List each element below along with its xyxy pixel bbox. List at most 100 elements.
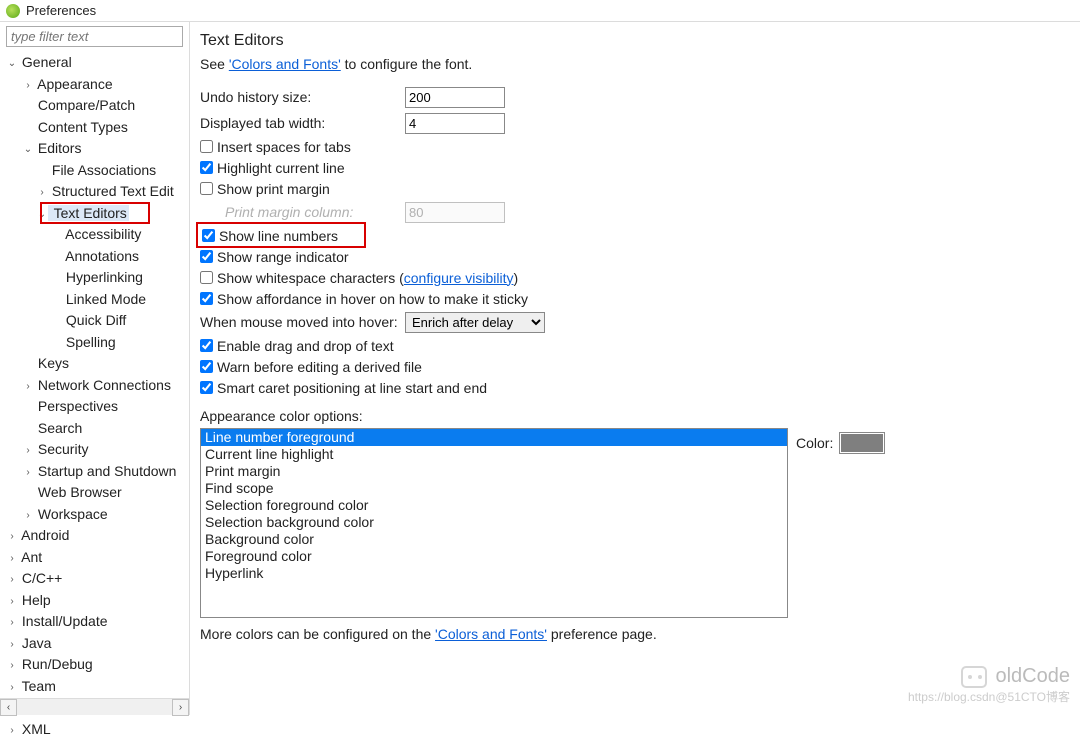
tree-item-rundebug[interactable]: › Run/Debug <box>2 655 189 677</box>
twisty-collapsed-icon[interactable]: › <box>22 463 34 483</box>
color-option-item[interactable]: Background color <box>201 531 787 548</box>
color-option-item[interactable]: Find scope <box>201 480 787 497</box>
tree-item-label: Hyperlinking <box>62 269 143 285</box>
tree-item-label: Annotations <box>62 248 139 264</box>
tree-item-team[interactable]: › Team <box>2 677 189 699</box>
tree-item-install[interactable]: › Install/Update <box>2 612 189 634</box>
tree-item-texteditors[interactable]: ⌄ Text Editors <box>2 204 189 226</box>
twisty-collapsed-icon[interactable]: › <box>22 377 34 397</box>
tree-item-keys[interactable]: › Keys <box>2 354 189 376</box>
twisty-collapsed-icon[interactable]: › <box>6 570 18 590</box>
tree-item-hyperlinking[interactable]: › Hyperlinking <box>2 268 189 290</box>
tree-item-label: Keys <box>34 355 69 371</box>
tree-item-accessibility[interactable]: › Accessibility <box>2 225 189 247</box>
color-option-item[interactable]: Foreground color <box>201 548 787 565</box>
color-option-item[interactable]: Selection foreground color <box>201 497 787 514</box>
tree-item-compare[interactable]: › Compare/Patch <box>2 96 189 118</box>
tree-item-label: XML <box>18 721 51 737</box>
tree-item-webbrowser[interactable]: › Web Browser <box>2 483 189 505</box>
scroll-left-button[interactable]: ‹ <box>0 699 17 716</box>
tree-horizontal-scrollbar[interactable]: ‹ › <box>0 698 189 715</box>
tree-item-android[interactable]: › Android <box>2 526 189 548</box>
twisty-collapsed-icon[interactable]: › <box>22 441 34 461</box>
color-swatch-button[interactable] <box>839 432 885 454</box>
tree-item-annotations[interactable]: › Annotations <box>2 247 189 269</box>
preference-tree[interactable]: ⌄ General› Appearance› Compare/Patch› Co… <box>0 51 189 743</box>
tree-item-ant[interactable]: › Ant <box>2 548 189 570</box>
app-icon <box>6 4 20 18</box>
twisty-collapsed-icon[interactable]: › <box>6 613 18 633</box>
intro-text: See 'Colors and Fonts' to configure the … <box>200 56 1070 72</box>
show-range-checkbox[interactable] <box>200 250 213 263</box>
tree-item-contenttypes[interactable]: › Content Types <box>2 118 189 140</box>
color-option-item[interactable]: Selection background color <box>201 514 787 531</box>
tree-item-label: Security <box>34 441 88 457</box>
highlight-line-checkbox[interactable] <box>200 161 213 174</box>
twisty-collapsed-icon[interactable]: › <box>36 183 48 203</box>
undo-history-row: Undo history size: <box>200 84 1070 110</box>
color-option-item[interactable]: Line number foreground <box>201 429 787 446</box>
enable-dnd-checkbox[interactable] <box>200 339 213 352</box>
twisty-collapsed-icon[interactable]: › <box>6 549 18 569</box>
title-bar: Preferences <box>0 0 1080 22</box>
tree-item-spelling[interactable]: › Spelling <box>2 333 189 355</box>
undo-history-input[interactable] <box>405 87 505 108</box>
tree-item-network[interactable]: › Network Connections <box>2 376 189 398</box>
twisty-collapsed-icon[interactable]: › <box>6 635 18 655</box>
tree-item-security[interactable]: › Security <box>2 440 189 462</box>
twisty-collapsed-icon[interactable]: › <box>22 506 34 526</box>
tree-item-label: C/C++ <box>18 570 62 586</box>
tree-item-structured[interactable]: › Structured Text Edit <box>2 182 189 204</box>
tree-item-quickdiff[interactable]: › Quick Diff <box>2 311 189 333</box>
watermark: oldCode https://blog.csdn@51CTO博客 <box>908 665 1070 705</box>
tab-width-row: Displayed tab width: <box>200 110 1070 136</box>
warn-derived-checkbox[interactable] <box>200 360 213 373</box>
twisty-collapsed-icon[interactable]: › <box>22 76 34 96</box>
tree-item-appearance[interactable]: › Appearance <box>2 75 189 97</box>
color-option-item[interactable]: Hyperlink <box>201 565 787 582</box>
tree-item-startup[interactable]: › Startup and Shutdown <box>2 462 189 484</box>
configure-visibility-link[interactable]: configure visibility <box>404 270 514 286</box>
twisty-collapsed-icon[interactable]: › <box>6 721 18 741</box>
tab-width-input[interactable] <box>405 113 505 134</box>
show-affordance-row: Show affordance in hover on how to make … <box>200 288 1070 309</box>
tree-item-label: General <box>18 54 72 70</box>
twisty-expanded-icon[interactable]: ⌄ <box>36 205 48 225</box>
tree-item-editors[interactable]: ⌄ Editors <box>2 139 189 161</box>
tree-item-label: File Associations <box>48 162 156 178</box>
color-option-item[interactable]: Current line highlight <box>201 446 787 463</box>
show-print-margin-checkbox[interactable] <box>200 182 213 195</box>
color-option-item[interactable]: Print margin <box>201 463 787 480</box>
twisty-expanded-icon[interactable]: ⌄ <box>22 140 34 160</box>
tree-item-workspace[interactable]: › Workspace <box>2 505 189 527</box>
smart-caret-checkbox[interactable] <box>200 381 213 394</box>
insert-spaces-checkbox[interactable] <box>200 140 213 153</box>
filter-input[interactable] <box>6 26 183 47</box>
tree-item-linkedmode[interactable]: › Linked Mode <box>2 290 189 312</box>
smart-caret-row: Smart caret positioning at line start an… <box>200 377 1070 398</box>
show-affordance-checkbox[interactable] <box>200 292 213 305</box>
content-pane: Text Editors See 'Colors and Fonts' to c… <box>190 22 1080 715</box>
twisty-expanded-icon[interactable]: ⌄ <box>6 54 18 74</box>
show-whitespace-checkbox[interactable] <box>200 271 213 284</box>
twisty-collapsed-icon[interactable]: › <box>6 656 18 676</box>
appearance-color-listbox[interactable]: Line number foregroundCurrent line highl… <box>200 428 788 618</box>
tree-item-help[interactable]: › Help <box>2 591 189 613</box>
twisty-collapsed-icon[interactable]: › <box>6 678 18 698</box>
twisty-collapsed-icon[interactable]: › <box>6 592 18 612</box>
hover-select[interactable]: Enrich after delay <box>405 312 545 333</box>
colors-fonts-link-bottom[interactable]: 'Colors and Fonts' <box>435 626 547 642</box>
tree-item-ccpp[interactable]: › C/C++ <box>2 569 189 591</box>
tree-item-java[interactable]: › Java <box>2 634 189 656</box>
tree-item-search[interactable]: › Search <box>2 419 189 441</box>
tree-item-label: Appearance <box>34 76 113 92</box>
twisty-collapsed-icon[interactable]: › <box>6 527 18 547</box>
tree-item-perspectives[interactable]: › Perspectives <box>2 397 189 419</box>
tree-item-fileassoc[interactable]: › File Associations <box>2 161 189 183</box>
tree-item-xml[interactable]: › XML <box>2 720 189 742</box>
show-whitespace-row: Show whitespace characters (configure vi… <box>200 267 1070 288</box>
scroll-right-button[interactable]: › <box>172 699 189 716</box>
show-line-numbers-checkbox[interactable] <box>202 229 215 242</box>
tree-item-general[interactable]: ⌄ General <box>2 53 189 75</box>
colors-fonts-link-top[interactable]: 'Colors and Fonts' <box>229 56 341 72</box>
